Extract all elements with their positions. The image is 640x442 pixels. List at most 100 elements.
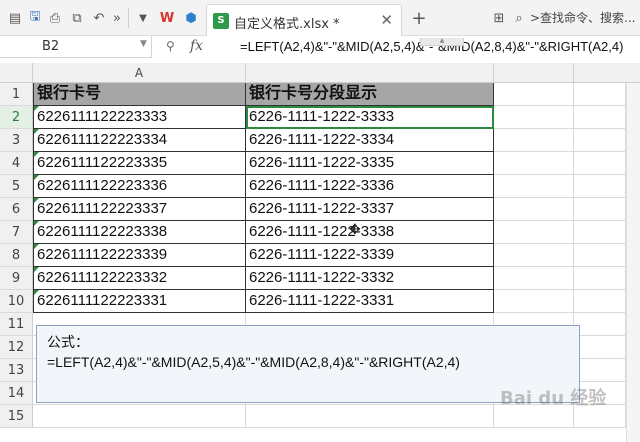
table-cell-formatted-number[interactable]: 6226-1111-1222-3336 [246, 175, 494, 198]
column-header-c[interactable] [494, 63, 574, 83]
table-cell-formatted-number[interactable]: 6226-1111-1222-3339 [246, 244, 494, 267]
row-header[interactable]: 8 [0, 244, 33, 267]
cell[interactable] [494, 244, 574, 267]
table-cell-card-number[interactable]: 6226111122223335 [33, 152, 246, 175]
cell[interactable] [494, 221, 574, 244]
column-header-row: A [0, 63, 640, 83]
more-icon[interactable]: » [108, 9, 126, 27]
cell-reference: B2 [42, 39, 60, 54]
table-cell-card-number[interactable]: 6226111122223339 [33, 244, 246, 267]
zoom-icon[interactable]: ⚲ [166, 39, 180, 53]
cell[interactable] [574, 221, 626, 244]
move-cursor-icon: ✥ [349, 222, 361, 238]
row-header[interactable]: 9 [0, 267, 33, 290]
close-icon[interactable]: ✕ [380, 11, 393, 29]
text-number-indicator-icon [34, 198, 39, 203]
table-cell-card-number[interactable]: 6226111122223334 [33, 129, 246, 152]
vertical-scrollbar[interactable] [626, 83, 640, 442]
cloud-docs-icon[interactable]: ⬢ [182, 9, 200, 27]
print-preview-icon[interactable]: ⎙ [46, 9, 64, 27]
command-search[interactable]: >查找命令、搜索... [530, 9, 636, 26]
row-header[interactable]: 1 [0, 83, 33, 106]
chevron-down-icon[interactable]: ▼ [140, 39, 147, 49]
row-header[interactable]: 6 [0, 198, 33, 221]
text-number-indicator-icon [34, 152, 39, 157]
text-number-indicator-icon [34, 267, 39, 272]
menu-icon[interactable]: ▤ [6, 9, 24, 27]
cell[interactable] [246, 405, 494, 428]
table-cell-formatted-number[interactable]: 6226-1111-1222-3334 [246, 129, 494, 152]
row-header[interactable]: 5 [0, 175, 33, 198]
column-header-d[interactable] [574, 63, 640, 83]
name-box[interactable]: B2 ▼ [0, 36, 152, 58]
cell[interactable] [494, 106, 574, 129]
cell[interactable] [33, 405, 246, 428]
row-header[interactable]: 10 [0, 290, 33, 313]
header-cell-a1[interactable]: 银行卡号 [33, 83, 246, 106]
chevron-down-icon[interactable]: ▼ [134, 9, 152, 27]
cell[interactable] [574, 290, 626, 313]
cell[interactable] [494, 129, 574, 152]
export-icon[interactable]: ⧉ [68, 9, 86, 27]
cell[interactable] [494, 152, 574, 175]
cell[interactable] [574, 152, 626, 175]
wps-logo-icon[interactable]: W [158, 9, 176, 27]
column-header-a[interactable]: A [33, 63, 246, 83]
table-cell-formatted-number[interactable]: 6226-1111-1222-3337 [246, 198, 494, 221]
row-header[interactable]: 4 [0, 152, 33, 175]
table-cell-card-number[interactable]: 6226111122223333 [33, 106, 246, 129]
cell[interactable] [574, 244, 626, 267]
header-cell-b1[interactable]: 银行卡号分段显示 [246, 83, 494, 106]
toolbar-divider [128, 8, 129, 28]
row-header[interactable]: 13 [0, 359, 33, 382]
cell[interactable] [494, 175, 574, 198]
select-all-corner[interactable] [0, 63, 33, 83]
text-number-indicator-icon [34, 129, 39, 134]
table-cell-formatted-number[interactable]: 6226-1111-1222-3338 [246, 221, 494, 244]
table-cell-formatted-number[interactable]: 6226-1111-1222-3333 [246, 106, 494, 129]
spreadsheet-file-icon: S [213, 13, 229, 29]
title-toolbar: ▤ 🖫 ⎙ ⧉ ↶ » ▼ W ⬢ S 自定义格式.xlsx * ✕ + ⊞ ⌕… [0, 0, 640, 36]
cell[interactable] [574, 175, 626, 198]
table-cell-card-number[interactable]: 6226111122223338 [33, 221, 246, 244]
fx-icon[interactable]: fx [190, 38, 203, 54]
column-header-b[interactable] [246, 63, 494, 83]
row-header[interactable]: 2 [0, 106, 33, 129]
save-icon[interactable]: 🖫 [26, 9, 44, 27]
cell[interactable] [574, 267, 626, 290]
cell[interactable] [574, 313, 626, 336]
note-formula: =LEFT(A2,4)&"-"&MID(A2,5,4)&"-"&MID(A2,8… [47, 354, 460, 370]
row-header[interactable]: 11 [0, 313, 33, 336]
cell[interactable] [494, 267, 574, 290]
table-cell-card-number[interactable]: 6226111122223336 [33, 175, 246, 198]
text-number-indicator-icon [34, 106, 39, 111]
tab-document[interactable]: S 自定义格式.xlsx * ✕ [206, 4, 402, 36]
cell[interactable] [574, 129, 626, 152]
grid-apps-icon[interactable]: ⊞ [490, 9, 508, 27]
cell[interactable] [494, 290, 574, 313]
cell[interactable] [574, 359, 626, 382]
row-header[interactable]: 7 [0, 221, 33, 244]
cell[interactable] [574, 83, 626, 106]
undo-icon[interactable]: ↶ [90, 9, 108, 27]
row-header[interactable]: 3 [0, 129, 33, 152]
row-header[interactable]: 14 [0, 382, 33, 405]
cell[interactable] [574, 106, 626, 129]
cell[interactable] [494, 198, 574, 221]
table-cell-card-number[interactable]: 6226111122223337 [33, 198, 246, 221]
tab-label: 自定义格式.xlsx * [234, 17, 340, 32]
cell[interactable] [574, 336, 626, 359]
cell[interactable] [574, 198, 626, 221]
cell[interactable] [494, 83, 574, 106]
search-icon[interactable]: ⌕ [510, 9, 528, 27]
collapse-formula-bar-button[interactable]: ▲ [420, 38, 464, 46]
note-label: 公式： [47, 334, 89, 350]
row-header[interactable]: 12 [0, 336, 33, 359]
table-cell-card-number[interactable]: 6226111122223332 [33, 267, 246, 290]
row-header[interactable]: 15 [0, 405, 33, 428]
new-tab-icon[interactable]: + [410, 8, 428, 29]
table-cell-formatted-number[interactable]: 6226-1111-1222-3332 [246, 267, 494, 290]
table-cell-card-number[interactable]: 6226111122223331 [33, 290, 246, 313]
table-cell-formatted-number[interactable]: 6226-1111-1222-3331 [246, 290, 494, 313]
table-cell-formatted-number[interactable]: 6226-1111-1222-3335 [246, 152, 494, 175]
